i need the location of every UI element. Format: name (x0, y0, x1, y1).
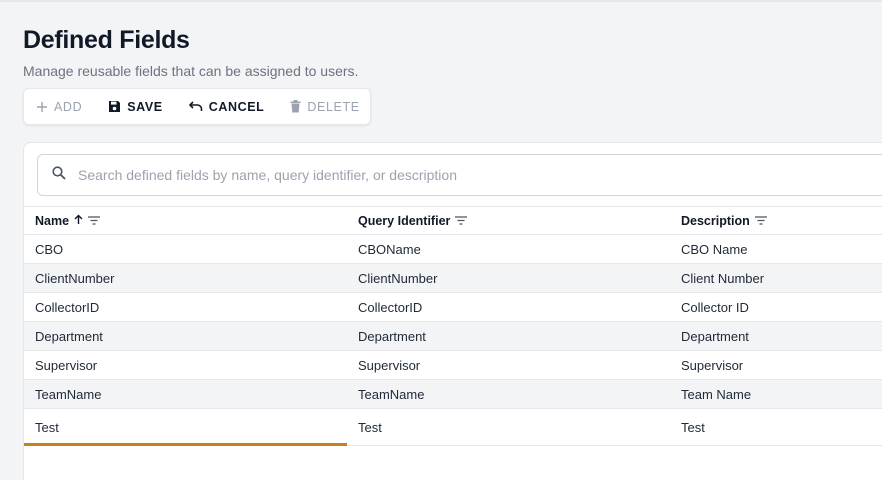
fields-panel: Name Query Identifier Description (23, 142, 882, 480)
cell-description[interactable]: Supervisor (681, 358, 743, 373)
cell-name[interactable]: CBO (35, 242, 63, 257)
page: Defined Fields Manage reusable fields th… (0, 0, 882, 480)
page-title: Defined Fields (23, 26, 190, 54)
table-row[interactable]: TeamName TeamName Team Name (24, 380, 882, 409)
search-input[interactable] (78, 167, 778, 183)
delete-button[interactable]: DELETE (290, 100, 359, 114)
search-icon (52, 165, 66, 185)
save-button[interactable]: SAVE (108, 100, 163, 114)
toolbar: ADD SAVE CANCEL DELETE (23, 88, 371, 125)
plus-icon (36, 101, 48, 113)
table-row[interactable]: CBO CBOName CBO Name (24, 235, 882, 264)
column-header-query-identifier[interactable]: Query Identifier (358, 213, 468, 228)
undo-icon (188, 101, 203, 112)
search-box (37, 154, 882, 196)
cell-query-identifier[interactable]: CollectorID (358, 300, 422, 315)
column-header-name-label: Name (35, 213, 70, 228)
table-row[interactable]: ClientNumber ClientNumber Client Number (24, 264, 882, 293)
column-header-query-identifier-label: Query Identifier (358, 213, 451, 228)
cell-name[interactable]: Department (35, 329, 103, 344)
active-cell-underline (24, 443, 347, 446)
cell-description[interactable]: Department (681, 329, 749, 344)
cell-name[interactable]: CollectorID (35, 300, 99, 315)
page-subtitle: Manage reusable fields that can be assig… (23, 63, 359, 79)
cell-description[interactable]: Client Number (681, 271, 764, 286)
grid-header: Name Query Identifier Description (24, 206, 882, 235)
cancel-button-label: CANCEL (208, 99, 265, 114)
table-row[interactable]: Department Department Department (24, 322, 882, 351)
delete-button-label: DELETE (307, 99, 360, 114)
fields-grid: Name Query Identifier Description CBO CB… (24, 206, 882, 446)
cell-query-identifier[interactable]: ClientNumber (358, 271, 437, 286)
table-row[interactable]: CollectorID CollectorID Collector ID (24, 293, 882, 322)
cell-description[interactable]: Test (681, 420, 705, 435)
table-row-editing[interactable]: Test Test Test (24, 409, 882, 446)
cell-query-identifier[interactable]: Supervisor (358, 358, 420, 373)
top-divider (0, 0, 882, 2)
cell-query-identifier[interactable]: CBOName (358, 242, 421, 257)
save-button-label: SAVE (127, 99, 163, 114)
cell-name[interactable]: ClientNumber (35, 271, 114, 286)
cell-query-identifier[interactable]: Test (358, 420, 382, 435)
floppy-disk-icon (108, 100, 121, 113)
cell-description[interactable]: CBO Name (681, 242, 747, 257)
cancel-button[interactable]: CANCEL (188, 99, 265, 114)
cell-name[interactable]: Supervisor (35, 358, 97, 373)
filter-icon[interactable] (754, 214, 767, 228)
table-row[interactable]: Supervisor Supervisor Supervisor (24, 351, 882, 380)
filter-icon[interactable] (88, 214, 101, 228)
cell-description[interactable]: Team Name (681, 387, 751, 402)
cell-description[interactable]: Collector ID (681, 300, 749, 315)
column-header-description-label: Description (681, 213, 750, 228)
column-header-name[interactable]: Name (35, 213, 101, 228)
filter-icon[interactable] (455, 214, 468, 228)
cell-query-identifier[interactable]: Department (358, 329, 426, 344)
sort-ascending-icon[interactable] (74, 214, 83, 228)
trash-icon (290, 100, 301, 113)
column-header-description[interactable]: Description (681, 214, 767, 228)
cell-name[interactable]: TeamName (35, 387, 101, 402)
cell-query-identifier[interactable]: TeamName (358, 387, 424, 402)
add-button[interactable]: ADD (36, 100, 82, 114)
add-button-label: ADD (54, 99, 83, 114)
cell-name[interactable]: Test (35, 420, 59, 435)
